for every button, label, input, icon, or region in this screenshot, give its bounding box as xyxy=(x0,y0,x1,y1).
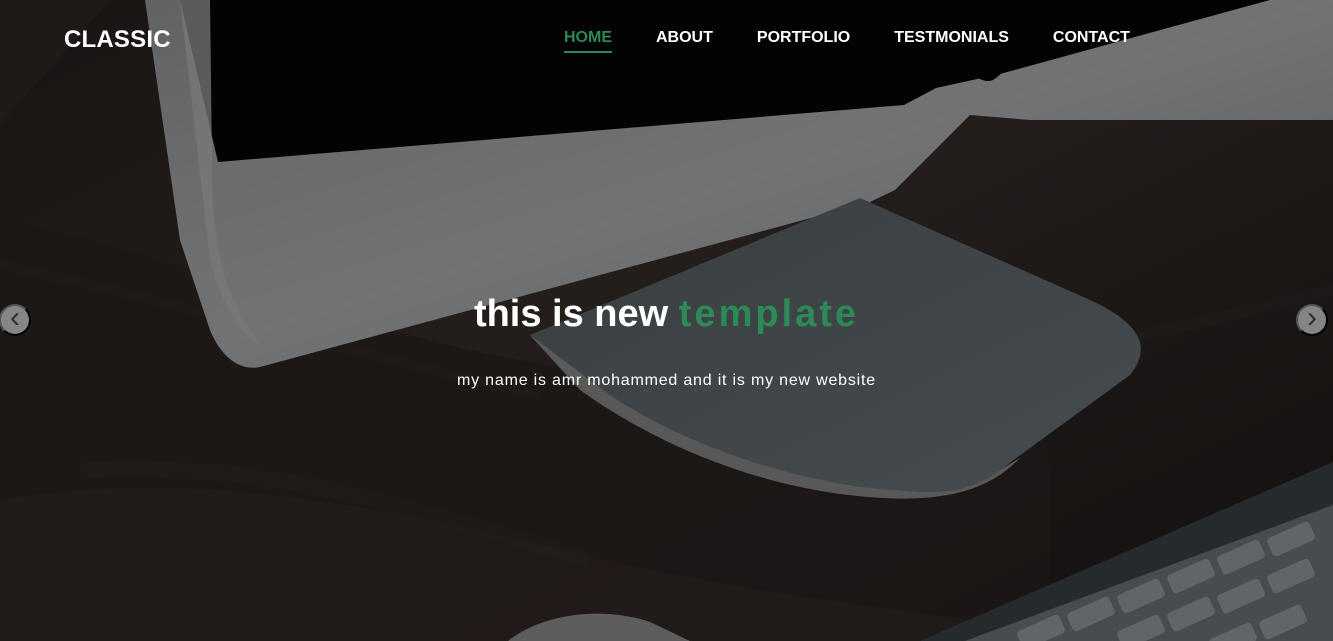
chevron-left-icon: ‹ xyxy=(10,301,20,334)
nav-link-testimonials[interactable]: TESTMONIALS xyxy=(894,28,1009,51)
hero-section: CLASSIC HOME ABOUT PORTFOLIO TESTMONIALS… xyxy=(0,0,1333,641)
hero-headline: this is new template xyxy=(0,286,1333,342)
nav-item-about: ABOUT xyxy=(656,28,713,53)
nav-link-about[interactable]: ABOUT xyxy=(656,28,713,51)
brand-logo[interactable]: CLASSIC xyxy=(64,26,171,54)
chevron-right-icon: › xyxy=(1307,301,1317,334)
nav-item-testimonials: TESTMONIALS xyxy=(894,28,1009,53)
nav-item-portfolio: PORTFOLIO xyxy=(757,28,850,53)
hero-subtitle: my name is amr mohammed and it is my new… xyxy=(457,372,876,389)
nav-link-contact[interactable]: CONTACT xyxy=(1053,28,1130,51)
site-header: CLASSIC HOME ABOUT PORTFOLIO TESTMONIALS… xyxy=(0,0,1333,78)
hero-headline-accent: template xyxy=(678,293,860,335)
hero-content: this is new template my name is amr moha… xyxy=(0,286,1333,392)
nav-item-contact: CONTACT xyxy=(1053,28,1130,53)
hero-headline-prefix: this is new xyxy=(473,293,669,335)
nav-link-portfolio[interactable]: PORTFOLIO xyxy=(757,28,850,51)
nav-link-home[interactable]: HOME xyxy=(564,28,612,53)
nav-item-home: HOME xyxy=(564,28,612,53)
main-nav: HOME ABOUT PORTFOLIO TESTMONIALS CONTACT xyxy=(564,28,1130,53)
carousel-previous-button[interactable]: ‹ xyxy=(0,301,31,336)
carousel-next-button[interactable]: › xyxy=(1296,301,1328,336)
